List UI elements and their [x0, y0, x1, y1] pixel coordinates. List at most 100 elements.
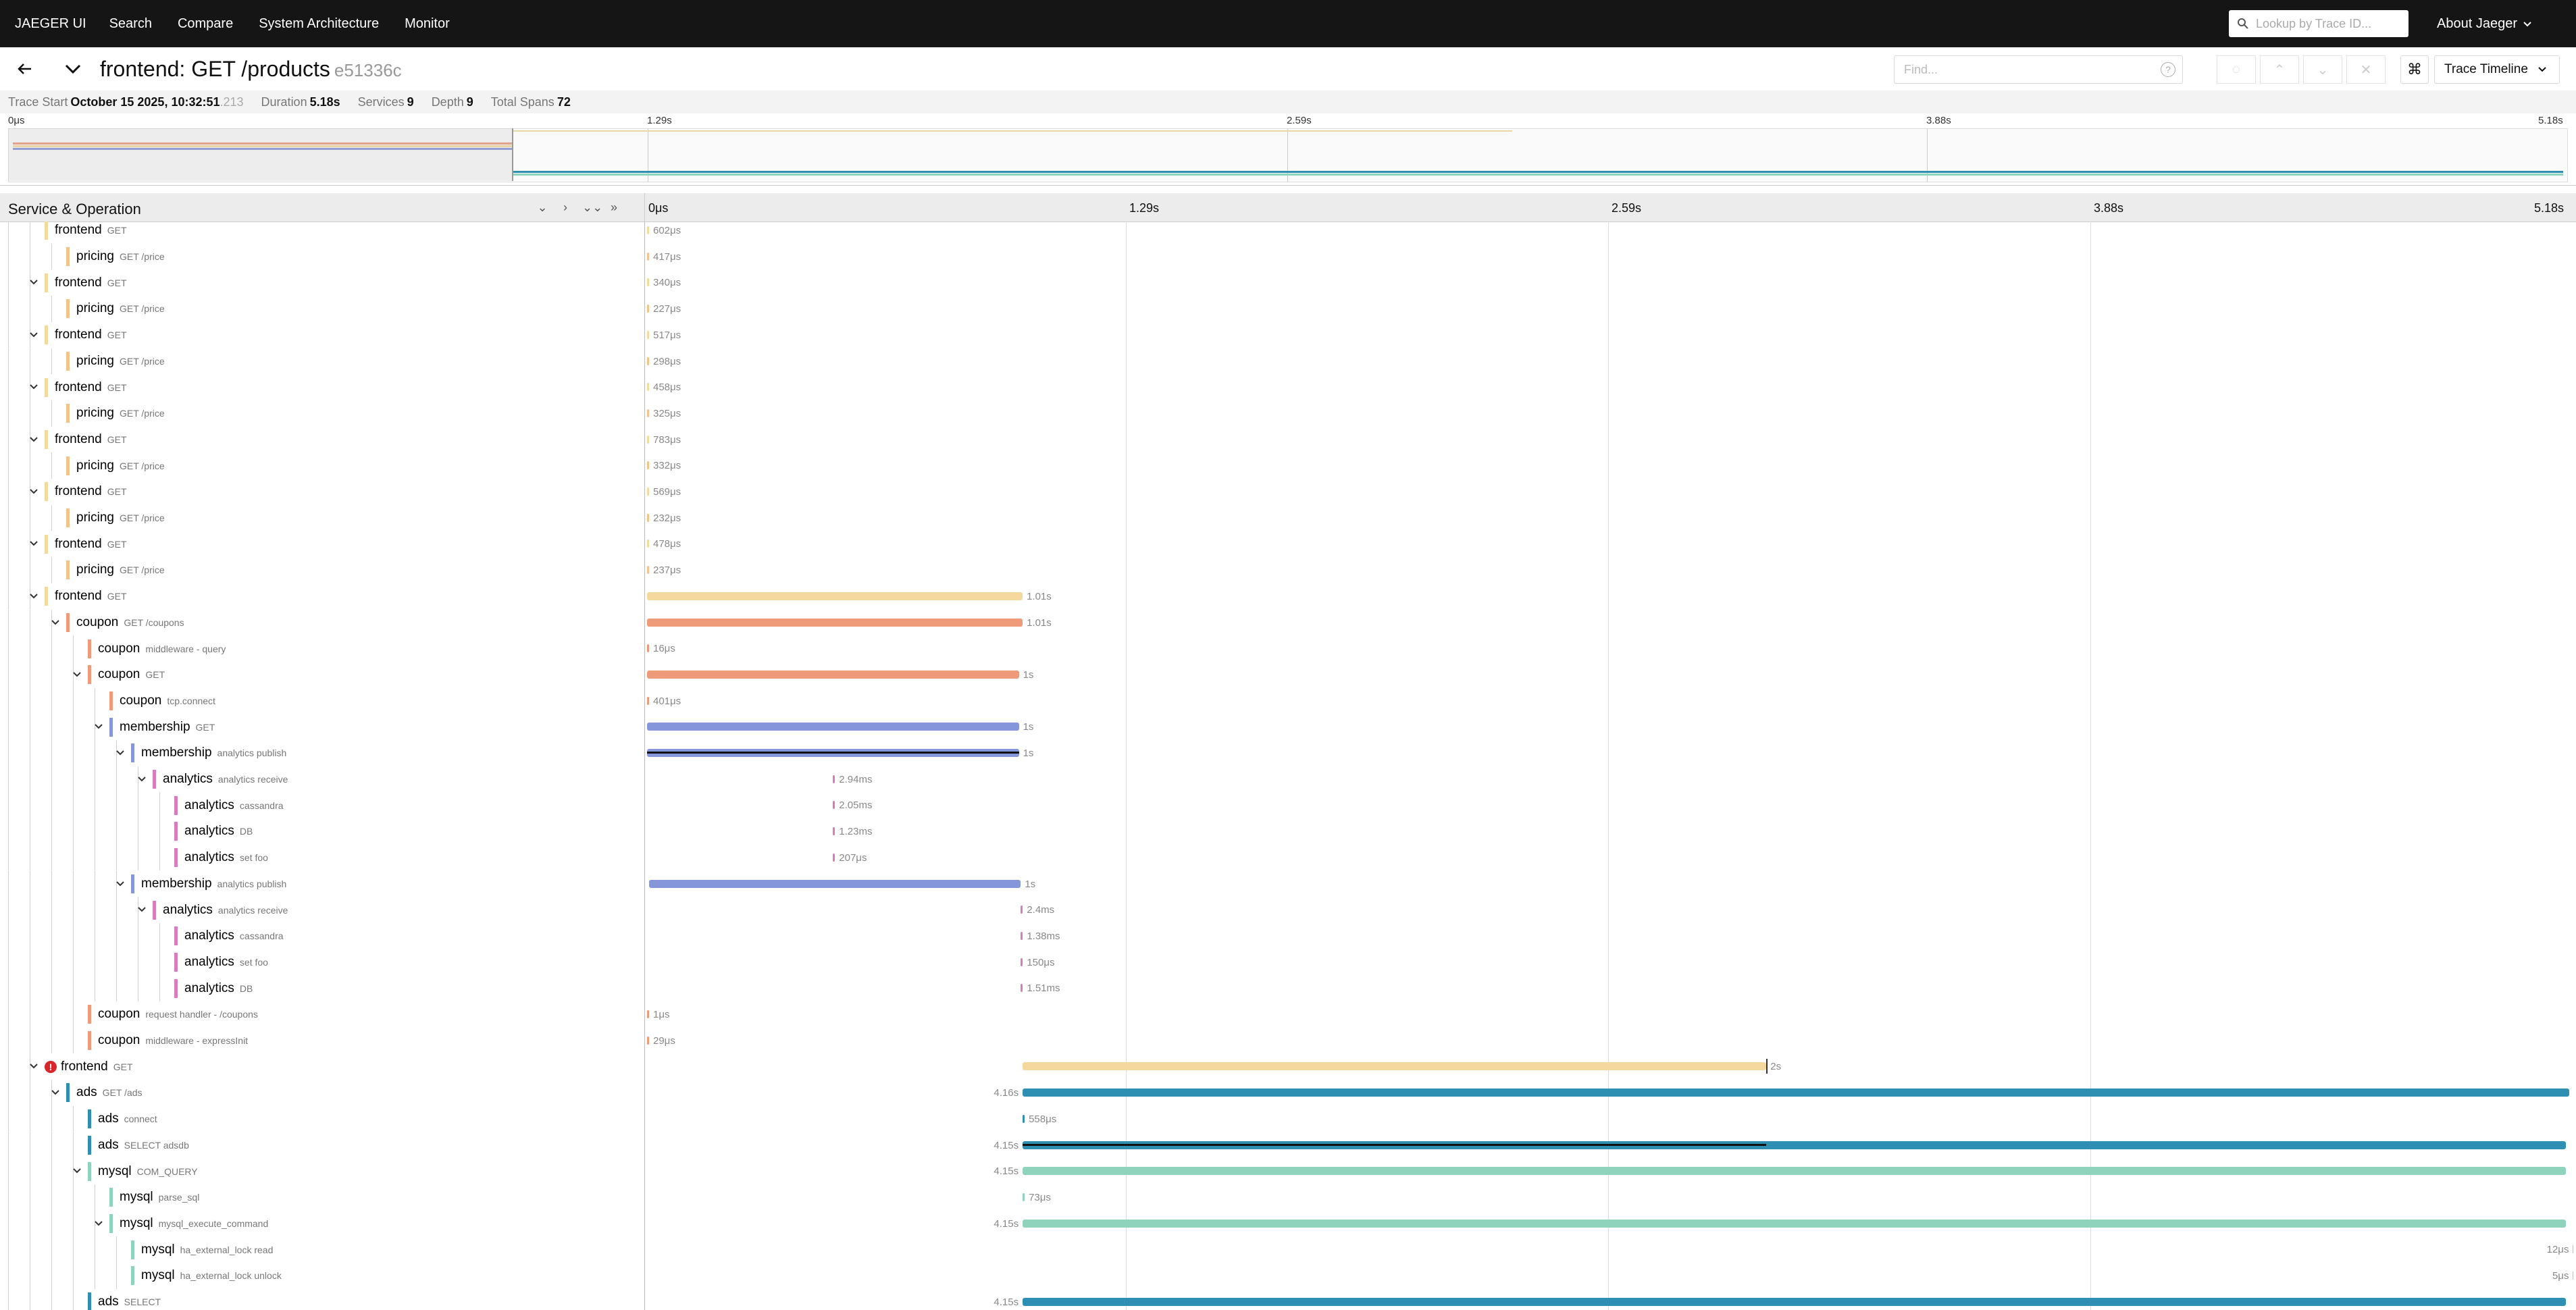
chevron-down-icon[interactable]	[93, 1218, 104, 1229]
span-bar[interactable]	[833, 827, 835, 836]
span-name-cell[interactable]: frontend GET	[30, 531, 127, 557]
span-bar[interactable]	[647, 305, 649, 313]
span-name-cell[interactable]: pricing GET /price	[66, 244, 165, 270]
jaeger-brand-link[interactable]: JAEGER UI	[15, 16, 86, 32]
span-row[interactable]: ! frontend GET 2s	[0, 1053, 2576, 1080]
span-name-cell[interactable]: ! frontend GET	[30, 1053, 133, 1080]
span-bar[interactable]	[647, 566, 649, 575]
span-bar[interactable]	[647, 278, 649, 287]
chevron-down-icon[interactable]	[115, 748, 126, 758]
span-bar[interactable]	[1021, 984, 1023, 993]
span-row[interactable]: mysql COM_QUERY 4.15s	[0, 1158, 2576, 1184]
span-row[interactable]: membership GET 1s	[0, 714, 2576, 740]
help-icon[interactable]: ?	[2161, 62, 2175, 77]
find-field[interactable]: ?	[1894, 55, 2183, 84]
span-bar[interactable]	[647, 670, 1019, 679]
span-name-cell[interactable]: frontend GET	[30, 269, 127, 296]
span-name-cell[interactable]: analytics analytics receive	[138, 897, 288, 923]
chevron-down-icon[interactable]	[28, 277, 39, 288]
span-name-cell[interactable]: mysql ha_external_lock unlock	[131, 1263, 282, 1289]
span-bar[interactable]	[1023, 1219, 2566, 1228]
chevron-down-icon[interactable]	[136, 904, 147, 915]
span-name-cell[interactable]: coupon GET	[73, 662, 165, 688]
view-mode-select[interactable]: Trace Timeline	[2434, 55, 2560, 84]
span-bar[interactable]	[647, 383, 649, 392]
chevron-down-icon[interactable]: ⌄	[2303, 55, 2342, 84]
span-name-cell[interactable]: analytics DB	[174, 975, 253, 1001]
span-bar[interactable]	[1021, 958, 1023, 966]
span-bar[interactable]	[647, 1010, 649, 1018]
span-row[interactable]: coupon GET /coupons 1.01s	[0, 609, 2576, 636]
span-bar[interactable]	[833, 801, 835, 810]
span-bar[interactable]	[647, 513, 649, 522]
span-row[interactable]: ads GET /ads 4.16s	[0, 1080, 2576, 1106]
chevron-down-icon[interactable]	[28, 486, 39, 497]
span-row[interactable]: coupon request handler - /coupons 1μs	[0, 1001, 2576, 1028]
span-row[interactable]: frontend GET 517μs	[0, 321, 2576, 348]
span-row[interactable]: coupon GET 1s	[0, 661, 2576, 688]
expand-all-icon[interactable]: ⌄⌄	[582, 200, 602, 215]
chevron-down-icon[interactable]	[115, 879, 126, 889]
span-bar[interactable]	[647, 461, 649, 470]
span-bar[interactable]	[1023, 1141, 2566, 1149]
span-row[interactable]: analytics analytics receive 2.94ms	[0, 766, 2576, 793]
expand-one-icon[interactable]: ›	[558, 200, 573, 215]
nav-monitor[interactable]: Monitor	[405, 16, 450, 32]
span-bar[interactable]	[647, 644, 649, 653]
span-row[interactable]: pricing GET /price 325μs	[0, 400, 2576, 427]
span-name-cell[interactable]: frontend GET	[45, 221, 127, 244]
clear-icon[interactable]: ✕	[2346, 55, 2386, 84]
span-bar[interactable]	[647, 435, 649, 444]
span-name-cell[interactable]: pricing GET /price	[66, 557, 165, 583]
span-row[interactable]: ads SELECT 4.15s	[0, 1288, 2576, 1310]
span-name-cell[interactable]: analytics cassandra	[174, 792, 284, 818]
span-name-cell[interactable]: coupon request handler - /coupons	[88, 1001, 258, 1028]
chevron-down-icon[interactable]	[28, 591, 39, 602]
span-row[interactable]: frontend GET 783μs	[0, 426, 2576, 453]
span-name-cell[interactable]: coupon middleware - query	[88, 635, 226, 662]
span-bar[interactable]	[833, 853, 835, 862]
chevron-down-icon[interactable]	[62, 58, 84, 80]
span-name-cell[interactable]: mysql ha_external_lock read	[131, 1236, 273, 1263]
span-row[interactable]: ads connect 558μs	[0, 1105, 2576, 1132]
span-row[interactable]: analytics set foo 150μs	[0, 949, 2576, 976]
span-row[interactable]: pricing GET /price 232μs	[0, 504, 2576, 531]
span-name-cell[interactable]: analytics DB	[174, 818, 253, 845]
span-row[interactable]: frontend GET 569μs	[0, 479, 2576, 505]
span-bar[interactable]	[1023, 1297, 2566, 1306]
span-row[interactable]: pricing GET /price 417μs	[0, 243, 2576, 270]
keyboard-shortcuts-icon[interactable]: ⌘	[2400, 55, 2429, 84]
span-bar[interactable]	[1021, 931, 1023, 940]
span-name-cell[interactable]: pricing GET /price	[66, 296, 165, 322]
span-row[interactable]: analytics set foo 207μs	[0, 844, 2576, 871]
span-name-cell[interactable]: pricing GET /price	[66, 452, 165, 479]
span-name-cell[interactable]: membership GET	[95, 714, 215, 740]
span-bar[interactable]	[647, 723, 1019, 731]
span-row[interactable]: mysql mysql_execute_command 4.15s	[0, 1210, 2576, 1237]
chevron-down-icon[interactable]	[72, 669, 82, 680]
chevron-up-icon[interactable]: ⌃	[2260, 55, 2299, 84]
span-bar[interactable]	[647, 357, 649, 365]
span-row[interactable]: analytics DB 1.23ms	[0, 818, 2576, 845]
span-row[interactable]: mysql ha_external_lock read 12μs	[0, 1236, 2576, 1263]
span-name-cell[interactable]: analytics set foo	[174, 845, 268, 871]
span-name-cell[interactable]: frontend GET	[30, 374, 127, 400]
span-row[interactable]: membership analytics publish 1s	[0, 740, 2576, 766]
collapse-all-icon[interactable]: »	[607, 200, 621, 215]
span-name-cell[interactable]: frontend GET	[30, 427, 127, 453]
span-row[interactable]: ads SELECT adsdb 4.15s	[0, 1132, 2576, 1159]
chevron-down-icon[interactable]	[50, 1087, 61, 1098]
chevron-down-icon[interactable]	[93, 721, 104, 732]
span-name-cell[interactable]: frontend GET	[30, 322, 127, 348]
span-row[interactable]: mysql ha_external_lock unlock 5μs	[0, 1263, 2576, 1289]
span-row[interactable]: coupon middleware - expressInit 29μs	[0, 1027, 2576, 1054]
span-row[interactable]: pricing GET /price 298μs	[0, 348, 2576, 375]
span-name-cell[interactable]: mysql mysql_execute_command	[95, 1211, 268, 1237]
trace-minimap[interactable]: 0μs 1.29s 2.59s 3.88s 5.18s	[0, 113, 2576, 186]
span-bar[interactable]	[1023, 1114, 1025, 1123]
span-row[interactable]: coupon middleware - query 16μs	[0, 635, 2576, 662]
span-bar[interactable]	[647, 252, 649, 261]
span-row[interactable]: frontend GET 602μs	[0, 221, 2576, 244]
find-input[interactable]	[1903, 61, 2135, 78]
span-name-cell[interactable]: ads SELECT	[88, 1289, 161, 1310]
